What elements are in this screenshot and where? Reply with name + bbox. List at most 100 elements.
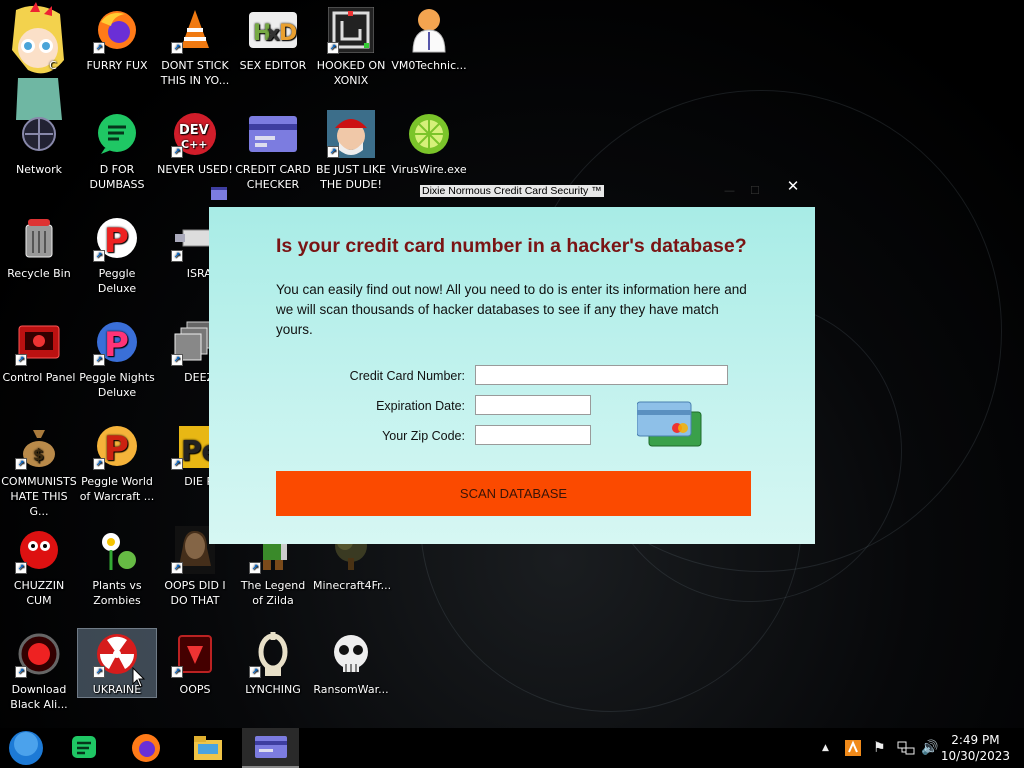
desktop-icon[interactable]: P ↗ Peggle Nights Deluxe [78, 312, 156, 400]
desktop-icon[interactable]: ↗ BE JUST LIKE THE DUDE! [312, 104, 390, 192]
desktop-icon[interactable]: ↗ Download Black Ali... [0, 624, 78, 712]
desktop-icon[interactable]: ↗ LYNCHING [234, 624, 312, 697]
chuzzle-icon: ↗ [15, 526, 63, 574]
svg-text:P: P [104, 325, 129, 364]
desktop-icon[interactable]: ↗ FURRY FUX [78, 0, 156, 73]
desktop-icon[interactable]: ↗ DONT STICK THIS IN YO... [156, 0, 234, 88]
shortcut-arrow-icon: ↗ [93, 458, 105, 470]
desktop-icon-label: Peggle World of Warcraft ... [79, 475, 155, 503]
taskbar-clock[interactable]: 2:49 PM 10/30/2023 [941, 732, 1010, 764]
desktop-icon[interactable]: $ ↗ COMMUNISTS HATE THIS G... [0, 416, 78, 519]
firefox-icon: ↗ [93, 6, 141, 54]
clock-time: 2:49 PM [951, 733, 1000, 747]
desktop-icon[interactable]: D FOR DUMBASS [78, 104, 156, 192]
desktop-icon[interactable]: P ↗ Peggle World of Warcraft ... [78, 416, 156, 504]
peggle-icon: P ↗ [93, 214, 141, 262]
maximize-icon[interactable]: ☐ [750, 184, 760, 197]
hxd-icon: HxD [249, 6, 297, 54]
flag-icon[interactable]: ⚑ [873, 728, 886, 768]
svg-text:D: D [279, 21, 297, 46]
cartoon-avatar-icon [12, 2, 64, 120]
card-number-label: Credit Card Number: [349, 369, 465, 383]
network-status-icon[interactable] [897, 728, 915, 768]
doctor-icon [405, 6, 453, 54]
desktop-icon[interactable]: P ↗ Peggle Deluxe [78, 208, 156, 296]
taskbar: ▲ ⚑ 🔊 2:49 PM 10/30/2023 [0, 728, 1024, 768]
tray-app-icon[interactable] [845, 728, 861, 768]
dialog-description: You can easily find out now! All you nee… [276, 282, 747, 337]
maze-game-icon: ↗ [327, 6, 375, 54]
noose-icon: ↗ [249, 630, 297, 678]
svg-text:P: P [104, 429, 129, 468]
desktop-icon-label: HOOKED ON XONIX [316, 59, 386, 87]
desktop-icon[interactable]: ↗ HOOKED ON XONIX [312, 0, 390, 88]
taskbar-firefox[interactable] [124, 728, 168, 768]
clock-date: 10/30/2023 [940, 749, 1010, 763]
card-number-input[interactable] [475, 365, 728, 385]
skull-icon [327, 630, 375, 678]
start-button[interactable] [4, 728, 48, 768]
zip-code-label: Your Zip Code: [382, 429, 465, 443]
chat-bubble-icon [93, 110, 141, 158]
taskbar-file-explorer[interactable] [186, 728, 230, 768]
zip-code-input[interactable] [475, 425, 591, 445]
credit-card-window-icon [254, 736, 287, 758]
traffic-cone-icon: ↗ [171, 6, 219, 54]
desktop-icon-label: Download Black Ali... [10, 683, 68, 711]
desktop-icon[interactable]: VirusWire.exe [390, 104, 468, 177]
desktop-icon[interactable]: Plants vs Zombies [78, 520, 156, 608]
santa-icon: ↗ [327, 110, 375, 158]
window-title[interactable]: Dixie Normous Credit Card Security ™ [420, 185, 604, 197]
desktop-icon[interactable]: CREDIT CARD CHECKER [234, 104, 312, 192]
desktop-icon[interactable]: ↗ OOPS [156, 624, 234, 697]
scan-database-button[interactable]: SCAN DATABASE [276, 471, 751, 516]
desktop-icon[interactable]: ↗ Control Panel [0, 312, 78, 385]
start-orb-icon [9, 731, 43, 765]
desktop-icon[interactable]: C [0, 0, 78, 120]
shortcut-arrow-icon: ↗ [171, 666, 183, 678]
show-hidden-icons[interactable]: ▲ [822, 728, 829, 768]
shortcut-arrow-icon: ↗ [93, 42, 105, 54]
control-panel-icon: ↗ [15, 318, 63, 366]
volume-icon[interactable]: 🔊 [921, 728, 938, 768]
shortcut-arrow-icon: ↗ [171, 562, 183, 574]
desktop-icon[interactable]: VM0Technic... [390, 0, 468, 73]
desktop-icon-label: BE JUST LIKE THE DUDE! [315, 163, 387, 191]
desktop-icon-label: VirusWire.exe [391, 163, 467, 176]
desktop-icon-label: LYNCHING [245, 683, 301, 696]
recycle-bin-icon [15, 214, 63, 262]
desktop-icon-label: The Legend of Zilda [240, 579, 306, 607]
shortcut-arrow-icon: ↗ [15, 458, 27, 470]
desktop-icon-label: Plants vs Zombies [92, 579, 142, 607]
shortcut-arrow-icon: ↗ [171, 458, 183, 470]
taskbar-credit-card-checker[interactable] [242, 728, 299, 768]
desktop-icon-label: SEX EDITOR [239, 59, 307, 72]
peggle-nights-icon: P ↗ [93, 318, 141, 366]
desktop-icon-label: Minecraft4Fr... [313, 579, 392, 592]
expiration-label: Expiration Date: [376, 399, 465, 413]
desktop-icon-label: CHUZZIN CUM [13, 579, 65, 607]
svg-text:DEV: DEV [179, 123, 209, 138]
peggle-wow-icon: P ↗ [93, 422, 141, 470]
desktop-icon[interactable]: DEV C++ ↗ NEVER USED! [156, 104, 234, 177]
shortcut-arrow-icon: ↗ [15, 666, 27, 678]
expiration-date-input[interactable] [475, 395, 591, 415]
shortcut-arrow-icon: ↗ [249, 666, 261, 678]
shortcut-arrow-icon: ↗ [93, 354, 105, 366]
desktop-icon-label: D FOR DUMBASS [89, 163, 145, 191]
desktop-icon[interactable]: Network [0, 104, 78, 177]
shortcut-arrow-icon: ↗ [171, 250, 183, 262]
desktop-icon[interactable]: Recycle Bin [0, 208, 78, 281]
desktop-icon[interactable]: RansomWar... [312, 624, 390, 697]
chat-bubble-icon [72, 736, 96, 758]
close-button[interactable]: ✕ [786, 178, 800, 194]
taskbar-chat-app[interactable] [62, 728, 106, 768]
desktop-icon-label: NEVER USED! [157, 163, 233, 176]
desktop-icon[interactable]: ↗ CHUZZIN CUM [0, 520, 78, 608]
credit-card-window-icon [249, 110, 297, 158]
desktop-icon-label: DONT STICK THIS IN YO... [160, 59, 230, 87]
desktop-icon-label: OOPS [179, 683, 211, 696]
desktop-icon[interactable]: HxD SEX EDITOR [234, 0, 312, 73]
shortcut-arrow-icon: ↗ [15, 354, 27, 366]
minimize-icon[interactable]: — [724, 184, 735, 197]
